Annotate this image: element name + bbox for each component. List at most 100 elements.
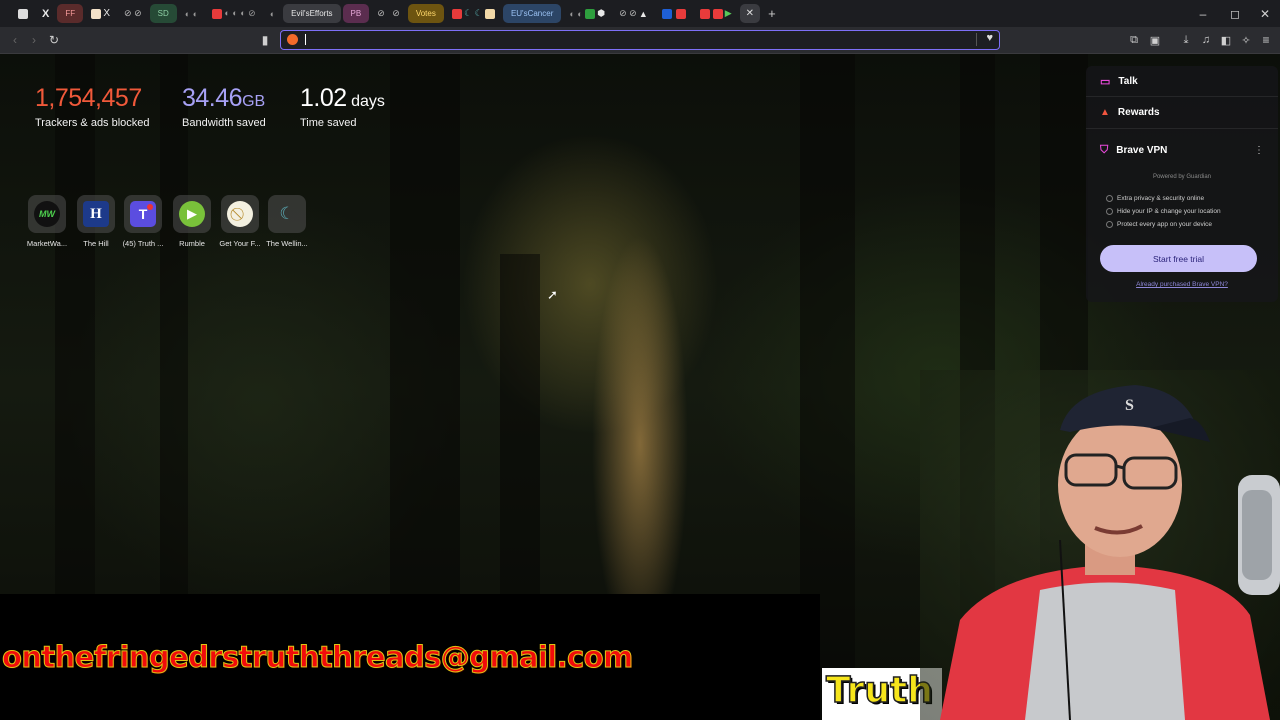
mouse-cursor-icon: ➚ [547, 287, 558, 302]
vpn-shield-icon: ⛉ [1100, 144, 1109, 156]
site-icon: ⃠ [227, 201, 253, 227]
tab[interactable]: ◐ ◐ [179, 4, 204, 23]
media-icon[interactable]: ♫ [1197, 31, 1215, 49]
divider [1086, 128, 1278, 129]
top-site-truth-social[interactable]: T (45) Truth ... [120, 195, 166, 248]
vpn-feature: Protect every app on your device [1106, 221, 1212, 228]
trackers-count: 1,754,457 [35, 84, 142, 112]
lamp-icon [1238, 475, 1280, 595]
tab-ff[interactable]: FF [57, 4, 84, 23]
tab[interactable]: ▶ [694, 4, 737, 23]
forward-icon[interactable]: › [25, 31, 43, 49]
top-site-marketwatch[interactable]: MW MarketWa... [24, 195, 70, 248]
x-icon: X [103, 8, 111, 19]
tab-favicon-icon [712, 8, 723, 19]
bandwidth-label: Bandwidth saved [182, 117, 266, 129]
start-free-trial-button[interactable]: Start free trial [1100, 245, 1257, 272]
text-caret [305, 34, 306, 45]
rewards-item[interactable]: ▲ Rewards [1100, 107, 1160, 118]
top-site-wellness[interactable]: ☾ The Wellin... [264, 195, 310, 248]
talk-label: Talk [1118, 76, 1138, 87]
top-site-the-hill[interactable]: H The Hill [73, 195, 119, 248]
wellness-icon: ☾ [279, 204, 295, 223]
tab-strip: X FF X ⊘ ⊘ SD ◐ ◐ ◐ ◐ ◐ ⊘ ◐ Evil'sEffort… [0, 0, 1280, 27]
top-site-label: The Hill [83, 239, 109, 248]
background-image [390, 54, 460, 594]
x-icon: X [42, 7, 50, 20]
download-icon[interactable]: ⤓ [1177, 31, 1195, 49]
tab[interactable]: ☾ ☾ [446, 4, 501, 23]
tab-label: Votes [415, 9, 436, 18]
tab[interactable]: X [85, 4, 116, 23]
tab[interactable]: ◐ ◐ ◐ ⊘ [206, 4, 262, 23]
talk-icon: ▭ [1100, 76, 1111, 88]
tab[interactable] [12, 4, 34, 23]
new-tab-button[interactable]: + [762, 4, 782, 23]
background-image [500, 254, 540, 594]
tab-eus-cancer[interactable]: EU'sCancer [502, 4, 562, 23]
tab-favicon-icon [661, 8, 672, 19]
tab-favicon-icon [584, 8, 595, 19]
globe-icon: ⊘ ⊘ [124, 8, 142, 18]
tab-active[interactable]: ✕ [739, 4, 761, 23]
tab-label: SD [157, 9, 169, 18]
tab-votes[interactable]: Votes [407, 4, 444, 23]
wallet-icon[interactable]: ▣ [1146, 31, 1164, 49]
tab-favicon-icon: ▲ [638, 8, 648, 19]
top-site-label: The Wellin... [266, 239, 308, 248]
already-purchased-link[interactable]: Already purchased Brave VPN? [1086, 281, 1278, 288]
reload-icon[interactable]: ↻ [45, 31, 63, 49]
close-icon[interactable]: ✕ [746, 8, 754, 19]
presenter-webcam: S [920, 370, 1280, 720]
the-hill-icon: H [83, 201, 109, 227]
sidebar-icon[interactable]: ◧ [1217, 31, 1235, 49]
back-icon[interactable]: ‹ [6, 31, 24, 49]
brave-shield-icon[interactable] [287, 34, 298, 45]
tab[interactable] [656, 4, 692, 23]
tab-label: FF [65, 9, 76, 18]
notification-dot [147, 204, 153, 210]
top-site-get-your[interactable]: ⃠ Get Your F... [217, 195, 263, 248]
toolbar: ‹ › ↻ ▮ ♥ ⧉ ▣ ⤓ ♫ ◧ ✧ ≡ [0, 27, 1280, 54]
globe-icon: ◐ ◐ ◐ ⊘ [224, 8, 256, 18]
tab-evils-efforts[interactable]: Evil'sEfforts [283, 4, 341, 23]
more-options-icon[interactable]: ⋮ [1254, 145, 1264, 156]
tab-sd[interactable]: SD [149, 4, 177, 23]
tab[interactable]: ◐ [264, 4, 281, 23]
tab-pb[interactable]: PB [342, 4, 370, 23]
maximize-icon[interactable]: ◻ [1220, 0, 1250, 27]
tab-favicon-icon [91, 8, 102, 19]
tab[interactable]: ⊘ ⊘ ▲ [613, 4, 654, 23]
globe-icon: ⊘ ⊘ [619, 8, 637, 18]
time-unit: days [351, 93, 385, 110]
close-window-icon[interactable]: ✕ [1250, 0, 1280, 27]
rewards-label: Rewards [1117, 107, 1160, 118]
top-site-rumble[interactable]: ▶ Rumble [169, 195, 215, 248]
divider [1086, 96, 1278, 97]
tab-favicon-icon [484, 8, 495, 19]
brave-leo-icon[interactable]: ✧ [1237, 31, 1255, 49]
bookmark-icon[interactable]: ▮ [256, 31, 274, 49]
tab[interactable]: X [36, 4, 55, 23]
plus-icon: + [768, 6, 776, 21]
rumble-icon: ▶ [724, 8, 732, 18]
globe-icon: ◐ [269, 8, 276, 19]
tab-label: PB [350, 9, 362, 18]
top-site-label: Get Your F... [219, 239, 261, 248]
tab-favicon-icon [451, 8, 462, 19]
rewards-icon: ▲ [1100, 107, 1110, 118]
tab[interactable]: ⊘ ⊘ [118, 4, 148, 23]
vpn-title: Brave VPN [1116, 145, 1168, 156]
menu-icon[interactable]: ≡ [1257, 31, 1275, 49]
tab[interactable]: ⊘ ⊘ [371, 4, 406, 23]
vpn-feature: Hide your IP & change your location [1106, 208, 1221, 215]
tab[interactable]: ◐ ◐ ⬢ [563, 4, 611, 23]
extensions-icon[interactable]: ⧉ [1125, 31, 1143, 49]
vpn-header: ⛉ Brave VPN [1100, 144, 1167, 157]
talk-item[interactable]: ▭ Talk [1100, 75, 1138, 88]
brave-rewards-icon[interactable]: ♥ [986, 32, 993, 44]
truth-social-icon: T [130, 201, 156, 227]
minimize-icon[interactable]: – [1188, 0, 1218, 27]
address-bar[interactable]: ♥ [280, 30, 1000, 50]
tab-favicon-icon [212, 8, 223, 19]
